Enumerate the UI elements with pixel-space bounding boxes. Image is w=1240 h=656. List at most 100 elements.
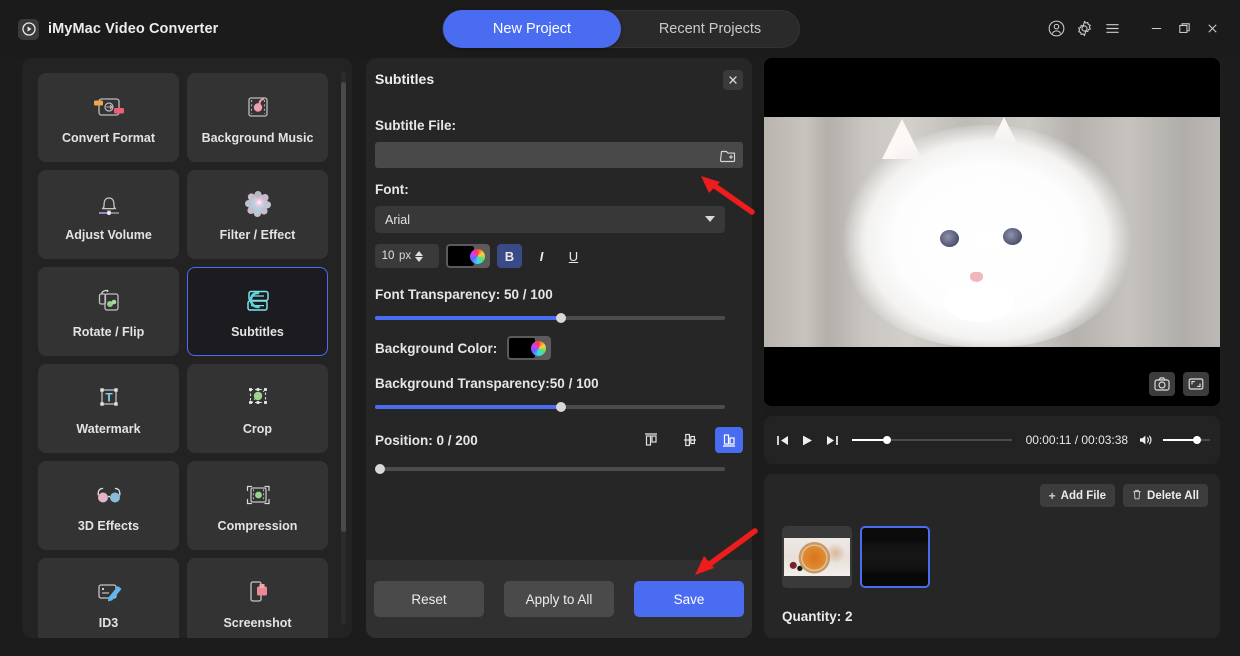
background-color-picker[interactable] <box>507 336 552 360</box>
skip-previous-icon[interactable] <box>774 430 792 450</box>
save-button[interactable]: Save <box>634 581 744 617</box>
rotate-flip-icon <box>92 285 126 317</box>
sidebar-item-id3[interactable]: ID3 <box>38 558 179 638</box>
position-slider[interactable] <box>375 464 725 474</box>
folder-open-icon[interactable] <box>719 146 737 164</box>
font-transparency-knob[interactable] <box>555 313 566 323</box>
player-controls: 00:00:11 / 00:03:38 <box>764 416 1220 464</box>
color-wheel-icon[interactable] <box>470 248 485 264</box>
align-bottom-icon[interactable] <box>715 427 743 453</box>
maximize-icon[interactable] <box>1170 14 1198 42</box>
trash-icon <box>1132 489 1142 503</box>
thumbnail-image <box>862 528 928 586</box>
add-file-label: Add File <box>1060 489 1107 502</box>
bold-button[interactable]: B <box>497 244 522 268</box>
camera-icon[interactable] <box>1149 372 1175 396</box>
minimize-icon[interactable] <box>1142 14 1170 42</box>
adjust-volume-icon <box>92 188 126 220</box>
sidebar-item-adjust-volume[interactable]: Adjust Volume <box>38 170 179 259</box>
volume-icon[interactable] <box>1138 431 1154 449</box>
sidebar-item-compression[interactable]: Compression <box>187 461 328 550</box>
app-title: iMyMac Video Converter <box>48 21 219 37</box>
gear-icon[interactable] <box>1070 14 1098 42</box>
color-wheel-icon[interactable] <box>531 340 547 356</box>
seek-slider[interactable] <box>851 436 1012 444</box>
food-clip-thumbnail[interactable] <box>782 526 852 588</box>
account-icon[interactable] <box>1042 14 1070 42</box>
sidebar-item-subtitles[interactable]: Subtitles <box>187 267 328 356</box>
play-icon[interactable] <box>798 430 816 450</box>
position-label: Position: 0 / 200 <box>375 432 478 448</box>
apply-to-all-button[interactable]: Apply to All <box>504 581 614 617</box>
panel-body: Subtitle File: Font: Arial 10 px B I U F… <box>366 104 752 594</box>
seek-knob[interactable] <box>882 436 891 444</box>
sidebar-item-label: Background Music <box>201 130 314 145</box>
font-label: Font: <box>375 182 409 197</box>
letterbox-top <box>764 58 1220 117</box>
font-family-select[interactable]: Arial <box>375 206 725 233</box>
fullscreen-icon[interactable] <box>1183 372 1209 396</box>
close-icon[interactable] <box>723 70 743 90</box>
window-controls <box>1042 14 1226 42</box>
panel-footer: Reset Apply to All Save <box>366 560 752 638</box>
project-tabs: New Project Recent Projects <box>442 10 800 48</box>
subtitle-file-input[interactable] <box>375 142 743 168</box>
font-size-spinner[interactable] <box>415 250 424 262</box>
tab-new-project[interactable]: New Project <box>443 10 621 48</box>
volume-slider[interactable] <box>1162 436 1211 444</box>
background-transparency-knob[interactable] <box>555 402 566 412</box>
sidebar-item-screenshot[interactable]: Screenshot <box>187 558 328 638</box>
menu-icon[interactable] <box>1098 14 1126 42</box>
cat-eye-left <box>940 230 959 247</box>
align-middle-icon[interactable] <box>676 427 704 453</box>
subtitle-file-label: Subtitle File: <box>375 118 456 133</box>
italic-button[interactable]: I <box>529 244 554 268</box>
sidebar-item-filter-effect[interactable]: Filter / Effect <box>187 170 328 259</box>
panel-title: Subtitles <box>375 71 435 87</box>
sidebar-item-crop[interactable]: Crop <box>187 364 328 453</box>
font-transparency-slider[interactable] <box>375 313 725 323</box>
tools-grid: Convert Format Background Music Adjust V… <box>38 73 328 638</box>
underline-button[interactable]: U <box>561 244 586 268</box>
delete-all-button[interactable]: Delete All <box>1123 484 1208 507</box>
font-color-picker[interactable] <box>446 244 490 268</box>
tab-recent-projects[interactable]: Recent Projects <box>621 10 799 48</box>
tools-sidebar: Convert Format Background Music Adjust V… <box>22 58 352 638</box>
reset-button[interactable]: Reset <box>374 581 484 617</box>
font-transparency-label: Font Transparency: 50 / 100 <box>375 287 553 302</box>
sidebar-item-background-music[interactable]: Background Music <box>187 73 328 162</box>
cat-nose <box>970 272 983 282</box>
font-family-value: Arial <box>385 212 411 227</box>
svg-text:T: T <box>105 390 113 404</box>
sidebar-item-3d-effects[interactable]: 3D Effects <box>38 461 179 550</box>
font-size-unit: px <box>399 250 412 262</box>
sidebar-scrollbar[interactable] <box>341 72 346 624</box>
volume-knob[interactable] <box>1192 436 1201 444</box>
crop-icon <box>241 382 275 414</box>
italic-label: I <box>539 248 544 264</box>
cat-muzzle <box>944 280 1014 322</box>
font-format-row: 10 px B I U <box>375 244 743 268</box>
font-transparency-fill <box>375 316 561 320</box>
position-knob[interactable] <box>375 464 386 474</box>
video-stage[interactable] <box>764 58 1220 406</box>
close-icon[interactable] <box>1198 14 1226 42</box>
sidebar-item-convert-format[interactable]: Convert Format <box>38 73 179 162</box>
align-top-icon[interactable] <box>637 427 665 453</box>
stage-tools <box>1149 372 1209 396</box>
background-transparency-slider[interactable] <box>375 402 725 412</box>
skip-next-icon[interactable] <box>823 430 841 450</box>
add-file-button[interactable]: + Add File <box>1039 484 1116 507</box>
compression-icon <box>241 479 275 511</box>
sidebar-scrollbar-thumb[interactable] <box>341 82 346 532</box>
sidebar-item-watermark[interactable]: T Watermark <box>38 364 179 453</box>
app-brand: iMyMac Video Converter <box>18 18 219 40</box>
subtitles-icon <box>241 285 275 317</box>
background-color-row: Background Color: <box>375 336 743 360</box>
dark-clip-thumbnail[interactable] <box>860 526 930 588</box>
plus-icon: + <box>1048 488 1056 503</box>
chevron-down-icon <box>705 216 715 222</box>
background-color-label: Background Color: <box>375 340 498 356</box>
sidebar-item-rotate-flip[interactable]: Rotate / Flip <box>38 267 179 356</box>
font-size-stepper[interactable]: 10 px <box>375 244 439 268</box>
